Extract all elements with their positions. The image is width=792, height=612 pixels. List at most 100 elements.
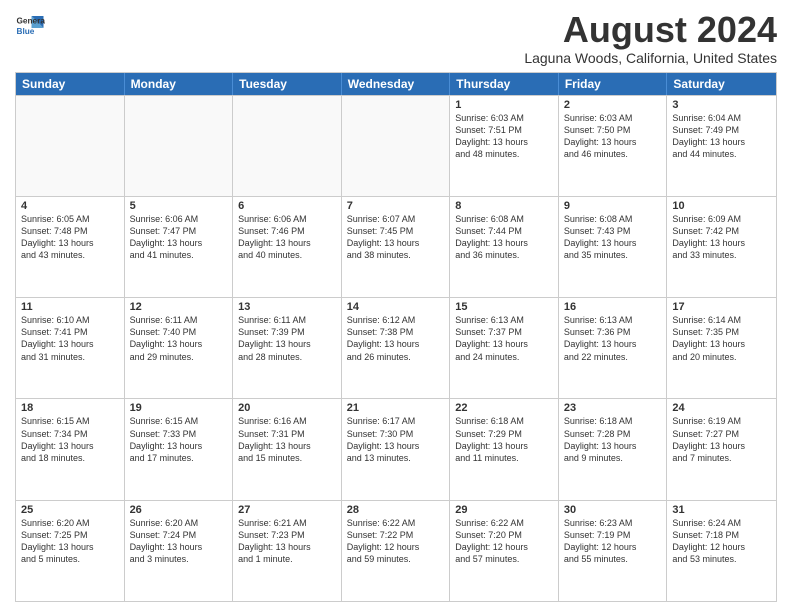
- svg-text:General: General: [17, 17, 46, 26]
- day-number: 7: [347, 200, 445, 212]
- day-number: 16: [564, 301, 662, 313]
- header-sunday: Sunday: [16, 73, 125, 95]
- day-info: Sunrise: 6:07 AM Sunset: 7:45 PM Dayligh…: [347, 213, 445, 262]
- day-info: Sunrise: 6:16 AM Sunset: 7:31 PM Dayligh…: [238, 415, 336, 464]
- calendar-cell: 3Sunrise: 6:04 AM Sunset: 7:49 PM Daylig…: [667, 96, 776, 196]
- calendar-cell: 31Sunrise: 6:24 AM Sunset: 7:18 PM Dayli…: [667, 501, 776, 601]
- calendar-cell: [125, 96, 234, 196]
- calendar-row-5: 25Sunrise: 6:20 AM Sunset: 7:25 PM Dayli…: [16, 500, 776, 601]
- calendar-cell: 30Sunrise: 6:23 AM Sunset: 7:19 PM Dayli…: [559, 501, 668, 601]
- day-info: Sunrise: 6:17 AM Sunset: 7:30 PM Dayligh…: [347, 415, 445, 464]
- day-info: Sunrise: 6:08 AM Sunset: 7:43 PM Dayligh…: [564, 213, 662, 262]
- calendar-cell: 29Sunrise: 6:22 AM Sunset: 7:20 PM Dayli…: [450, 501, 559, 601]
- day-info: Sunrise: 6:04 AM Sunset: 7:49 PM Dayligh…: [672, 112, 771, 161]
- header-saturday: Saturday: [667, 73, 776, 95]
- day-info: Sunrise: 6:15 AM Sunset: 7:33 PM Dayligh…: [130, 415, 228, 464]
- calendar-row-2: 4Sunrise: 6:05 AM Sunset: 7:48 PM Daylig…: [16, 196, 776, 297]
- calendar-row-1: 1Sunrise: 6:03 AM Sunset: 7:51 PM Daylig…: [16, 95, 776, 196]
- day-number: 8: [455, 200, 553, 212]
- day-number: 10: [672, 200, 771, 212]
- day-number: 6: [238, 200, 336, 212]
- calendar-cell: 9Sunrise: 6:08 AM Sunset: 7:43 PM Daylig…: [559, 197, 668, 297]
- day-number: 3: [672, 99, 771, 111]
- day-number: 23: [564, 402, 662, 414]
- day-info: Sunrise: 6:18 AM Sunset: 7:29 PM Dayligh…: [455, 415, 553, 464]
- calendar-cell: 19Sunrise: 6:15 AM Sunset: 7:33 PM Dayli…: [125, 399, 234, 499]
- calendar-cell: 14Sunrise: 6:12 AM Sunset: 7:38 PM Dayli…: [342, 298, 451, 398]
- calendar-cell: 20Sunrise: 6:16 AM Sunset: 7:31 PM Dayli…: [233, 399, 342, 499]
- day-number: 24: [672, 402, 771, 414]
- calendar-cell: 4Sunrise: 6:05 AM Sunset: 7:48 PM Daylig…: [16, 197, 125, 297]
- day-number: 11: [21, 301, 119, 313]
- day-number: 30: [564, 504, 662, 516]
- day-info: Sunrise: 6:03 AM Sunset: 7:51 PM Dayligh…: [455, 112, 553, 161]
- calendar-cell: 25Sunrise: 6:20 AM Sunset: 7:25 PM Dayli…: [16, 501, 125, 601]
- calendar-cell: 24Sunrise: 6:19 AM Sunset: 7:27 PM Dayli…: [667, 399, 776, 499]
- day-info: Sunrise: 6:12 AM Sunset: 7:38 PM Dayligh…: [347, 314, 445, 363]
- day-info: Sunrise: 6:03 AM Sunset: 7:50 PM Dayligh…: [564, 112, 662, 161]
- day-number: 22: [455, 402, 553, 414]
- day-number: 12: [130, 301, 228, 313]
- calendar-cell: 28Sunrise: 6:22 AM Sunset: 7:22 PM Dayli…: [342, 501, 451, 601]
- logo: General Blue: [15, 10, 45, 40]
- day-info: Sunrise: 6:06 AM Sunset: 7:47 PM Dayligh…: [130, 213, 228, 262]
- day-info: Sunrise: 6:14 AM Sunset: 7:35 PM Dayligh…: [672, 314, 771, 363]
- day-info: Sunrise: 6:23 AM Sunset: 7:19 PM Dayligh…: [564, 517, 662, 566]
- day-number: 29: [455, 504, 553, 516]
- calendar-cell: 13Sunrise: 6:11 AM Sunset: 7:39 PM Dayli…: [233, 298, 342, 398]
- day-info: Sunrise: 6:20 AM Sunset: 7:24 PM Dayligh…: [130, 517, 228, 566]
- day-info: Sunrise: 6:13 AM Sunset: 7:36 PM Dayligh…: [564, 314, 662, 363]
- calendar-header: Sunday Monday Tuesday Wednesday Thursday…: [16, 73, 776, 95]
- day-number: 31: [672, 504, 771, 516]
- calendar-cell: 27Sunrise: 6:21 AM Sunset: 7:23 PM Dayli…: [233, 501, 342, 601]
- day-info: Sunrise: 6:21 AM Sunset: 7:23 PM Dayligh…: [238, 517, 336, 566]
- calendar-cell: 18Sunrise: 6:15 AM Sunset: 7:34 PM Dayli…: [16, 399, 125, 499]
- day-number: 20: [238, 402, 336, 414]
- day-number: 1: [455, 99, 553, 111]
- day-number: 17: [672, 301, 771, 313]
- header-monday: Monday: [125, 73, 234, 95]
- calendar-cell: 26Sunrise: 6:20 AM Sunset: 7:24 PM Dayli…: [125, 501, 234, 601]
- calendar-cell: 8Sunrise: 6:08 AM Sunset: 7:44 PM Daylig…: [450, 197, 559, 297]
- day-number: 5: [130, 200, 228, 212]
- day-number: 18: [21, 402, 119, 414]
- day-info: Sunrise: 6:09 AM Sunset: 7:42 PM Dayligh…: [672, 213, 771, 262]
- calendar: Sunday Monday Tuesday Wednesday Thursday…: [15, 72, 777, 602]
- calendar-cell: 6Sunrise: 6:06 AM Sunset: 7:46 PM Daylig…: [233, 197, 342, 297]
- day-number: 25: [21, 504, 119, 516]
- calendar-cell: 12Sunrise: 6:11 AM Sunset: 7:40 PM Dayli…: [125, 298, 234, 398]
- svg-text:Blue: Blue: [17, 27, 35, 36]
- day-info: Sunrise: 6:11 AM Sunset: 7:40 PM Dayligh…: [130, 314, 228, 363]
- calendar-cell: 16Sunrise: 6:13 AM Sunset: 7:36 PM Dayli…: [559, 298, 668, 398]
- header-wednesday: Wednesday: [342, 73, 451, 95]
- calendar-cell: [16, 96, 125, 196]
- day-number: 13: [238, 301, 336, 313]
- calendar-cell: 17Sunrise: 6:14 AM Sunset: 7:35 PM Dayli…: [667, 298, 776, 398]
- day-info: Sunrise: 6:24 AM Sunset: 7:18 PM Dayligh…: [672, 517, 771, 566]
- day-info: Sunrise: 6:05 AM Sunset: 7:48 PM Dayligh…: [21, 213, 119, 262]
- calendar-cell: 11Sunrise: 6:10 AM Sunset: 7:41 PM Dayli…: [16, 298, 125, 398]
- logo-icon: General Blue: [15, 10, 45, 40]
- day-info: Sunrise: 6:19 AM Sunset: 7:27 PM Dayligh…: [672, 415, 771, 464]
- header-thursday: Thursday: [450, 73, 559, 95]
- calendar-cell: [342, 96, 451, 196]
- day-info: Sunrise: 6:15 AM Sunset: 7:34 PM Dayligh…: [21, 415, 119, 464]
- month-title: August 2024: [524, 10, 777, 50]
- day-number: 14: [347, 301, 445, 313]
- day-info: Sunrise: 6:22 AM Sunset: 7:22 PM Dayligh…: [347, 517, 445, 566]
- day-number: 21: [347, 402, 445, 414]
- title-area: August 2024 Laguna Woods, California, Un…: [524, 10, 777, 66]
- day-info: Sunrise: 6:06 AM Sunset: 7:46 PM Dayligh…: [238, 213, 336, 262]
- calendar-cell: 10Sunrise: 6:09 AM Sunset: 7:42 PM Dayli…: [667, 197, 776, 297]
- day-number: 28: [347, 504, 445, 516]
- day-info: Sunrise: 6:11 AM Sunset: 7:39 PM Dayligh…: [238, 314, 336, 363]
- header-tuesday: Tuesday: [233, 73, 342, 95]
- header-friday: Friday: [559, 73, 668, 95]
- page: General Blue August 2024 Laguna Woods, C…: [0, 0, 792, 612]
- day-number: 4: [21, 200, 119, 212]
- day-number: 15: [455, 301, 553, 313]
- calendar-cell: 1Sunrise: 6:03 AM Sunset: 7:51 PM Daylig…: [450, 96, 559, 196]
- day-info: Sunrise: 6:08 AM Sunset: 7:44 PM Dayligh…: [455, 213, 553, 262]
- calendar-cell: 23Sunrise: 6:18 AM Sunset: 7:28 PM Dayli…: [559, 399, 668, 499]
- day-number: 19: [130, 402, 228, 414]
